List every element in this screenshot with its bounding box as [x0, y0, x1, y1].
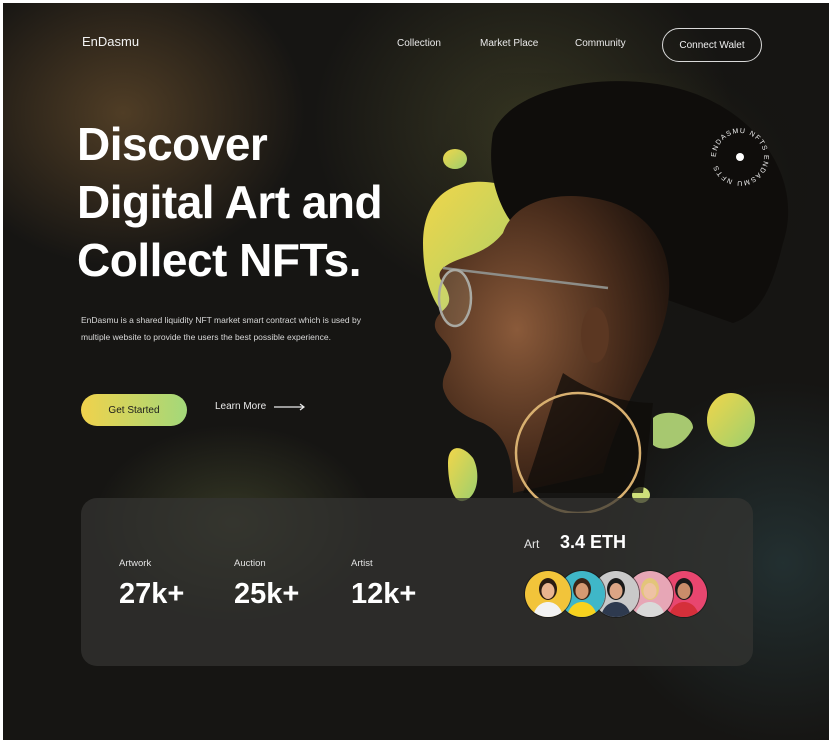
hero-description: EnDasmu is a shared liquidity NFT market…	[81, 315, 361, 342]
endasmu-nfts-badge: ENDASMU NFTS ENDASMU NFTS	[711, 128, 768, 186]
hero-title-line-1: Discover	[77, 118, 268, 170]
brand-logo[interactable]: EnDasmu	[82, 34, 139, 49]
learn-more-link[interactable]: Learn More	[215, 401, 306, 412]
artist-avatars	[524, 570, 714, 618]
stat-auction-value: 25k+	[234, 578, 300, 610]
hero-title-line-2: Digital Art and	[77, 176, 383, 228]
get-started-button[interactable]: Get Started	[81, 394, 187, 426]
stat-artist-label: Artist	[351, 558, 373, 569]
nav-collection[interactable]: Collection	[397, 38, 441, 49]
art-price-label: Art	[524, 537, 540, 551]
stat-artwork-label: Artwork	[119, 558, 152, 569]
hero-title-line-3: Collect NFTs.	[77, 234, 362, 286]
stat-artist-value: 12k+	[351, 578, 417, 610]
art-price-value: 3.4 ETH	[560, 532, 627, 552]
avatar-1[interactable]	[524, 570, 572, 618]
connect-wallet-button[interactable]: Connect Walet	[662, 28, 762, 62]
nav-community[interactable]: Community	[575, 38, 626, 49]
learn-more-label: Learn More	[215, 401, 267, 412]
landing-page: EnDasmu Collection Market Place Communit…	[3, 3, 829, 740]
nav-market-place[interactable]: Market Place	[480, 38, 538, 49]
stat-artwork-value: 27k+	[119, 578, 185, 610]
badge-dot	[736, 153, 744, 161]
arrow-right-icon	[274, 403, 306, 410]
stat-auction-label: Auction	[234, 558, 266, 569]
hero-title: Discover Digital Art and Collect NFTs.	[77, 115, 383, 289]
